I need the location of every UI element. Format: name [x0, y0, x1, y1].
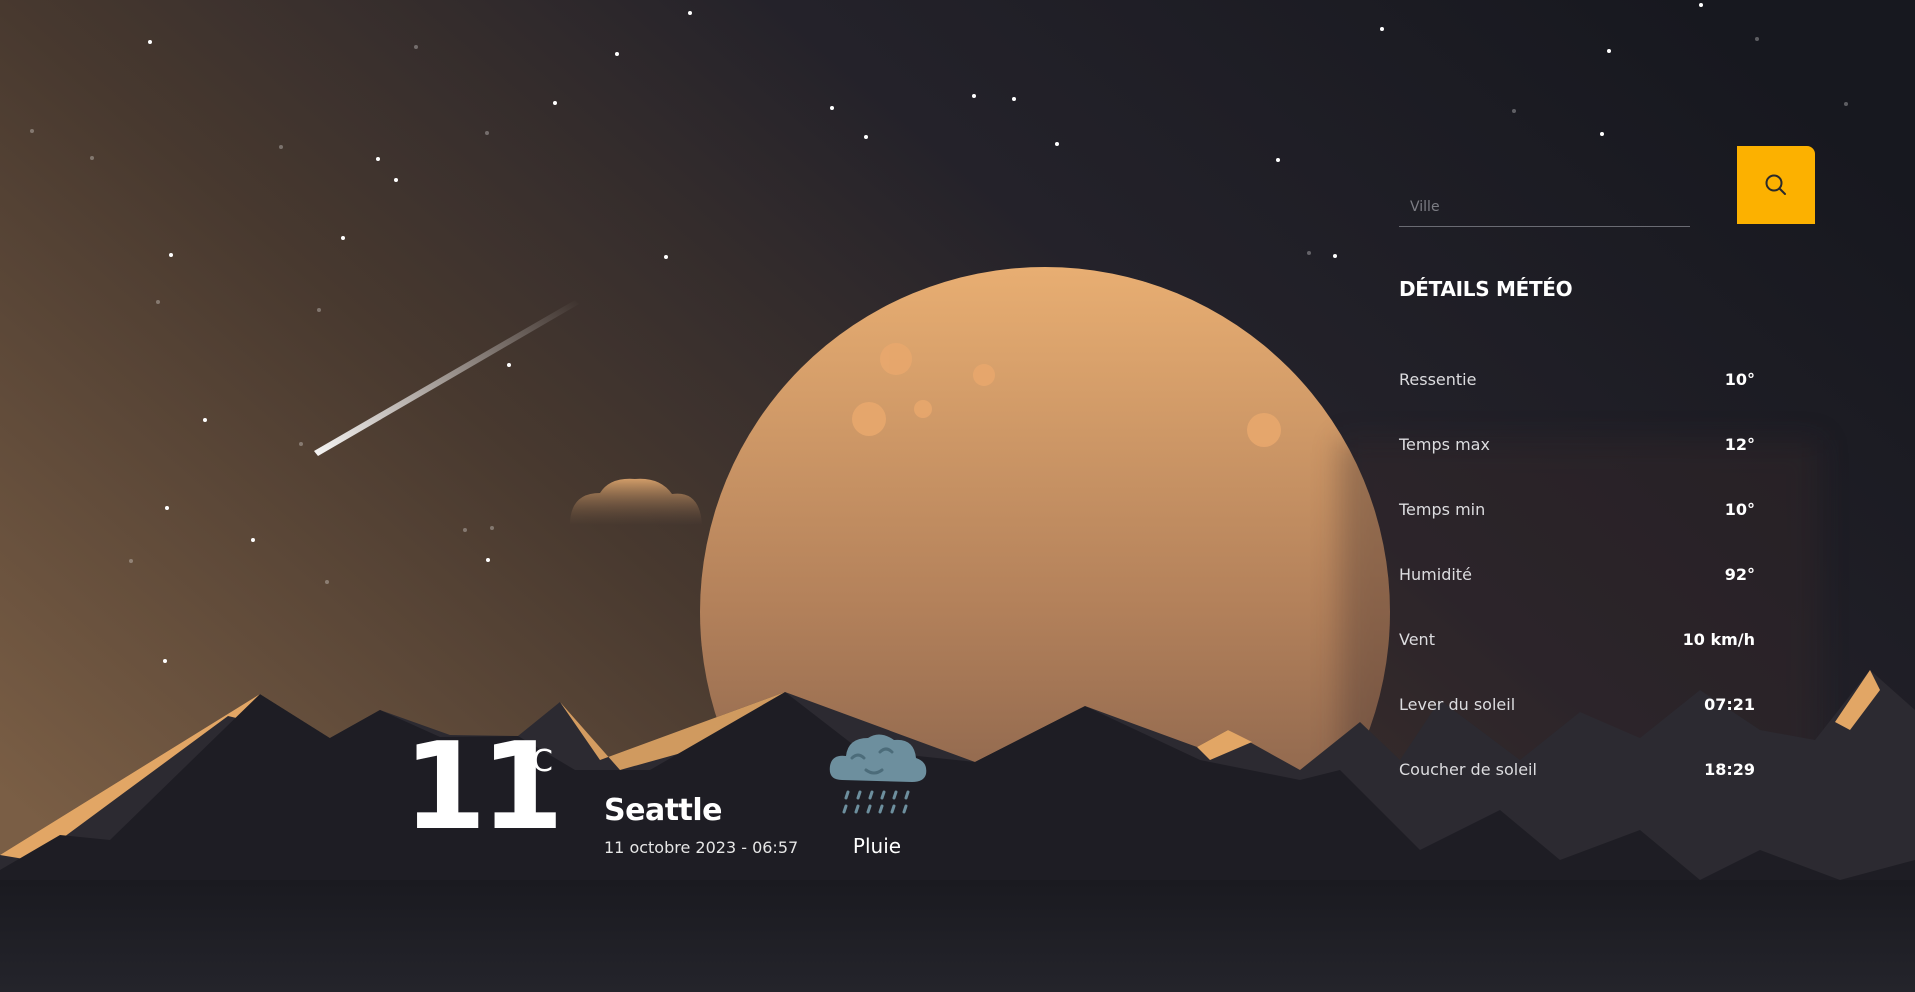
detail-value: 10°	[1724, 369, 1755, 389]
detail-label: Vent	[1399, 629, 1435, 649]
detail-row-sunrise: Lever du soleil 07:21	[1399, 689, 1755, 719]
detail-row-sunset: Coucher de soleil 18:29	[1399, 754, 1755, 784]
detail-row-wind: Vent 10 km/h	[1399, 624, 1755, 654]
city-name: Seattle	[604, 793, 723, 828]
detail-value: 07:21	[1704, 694, 1755, 714]
details-title: DÉTAILS MÉTÉO	[1399, 277, 1573, 301]
date-time: 11 octobre 2023 - 06:57	[604, 838, 799, 857]
detail-label: Humidité	[1399, 564, 1472, 584]
detail-label: Lever du soleil	[1399, 694, 1516, 714]
detail-value: 92°	[1724, 564, 1755, 584]
detail-value: 10 km/h	[1682, 629, 1755, 649]
rain-cloud-icon	[829, 734, 927, 814]
search-input[interactable]	[1399, 188, 1690, 226]
detail-row-temp-min: Temps min 10°	[1399, 494, 1755, 524]
detail-row-feels-like: Ressentie 10°	[1399, 364, 1755, 394]
detail-label: Temps max	[1399, 434, 1490, 454]
search-field	[1399, 188, 1690, 227]
detail-row-temp-max: Temps max 12°	[1399, 429, 1755, 459]
temperature-unit: °C	[517, 744, 553, 779]
weather-condition: Pluie	[852, 834, 902, 858]
detail-value: 10°	[1724, 499, 1755, 519]
detail-label: Coucher de soleil	[1399, 759, 1537, 779]
search-icon	[1765, 174, 1786, 195]
detail-value: 12°	[1724, 434, 1755, 454]
detail-row-humidity: Humidité 92°	[1399, 559, 1755, 589]
detail-label: Temps min	[1399, 499, 1486, 519]
search-button[interactable]	[1737, 146, 1815, 224]
detail-value: 18:29	[1704, 759, 1755, 779]
detail-label: Ressentie	[1399, 369, 1477, 389]
